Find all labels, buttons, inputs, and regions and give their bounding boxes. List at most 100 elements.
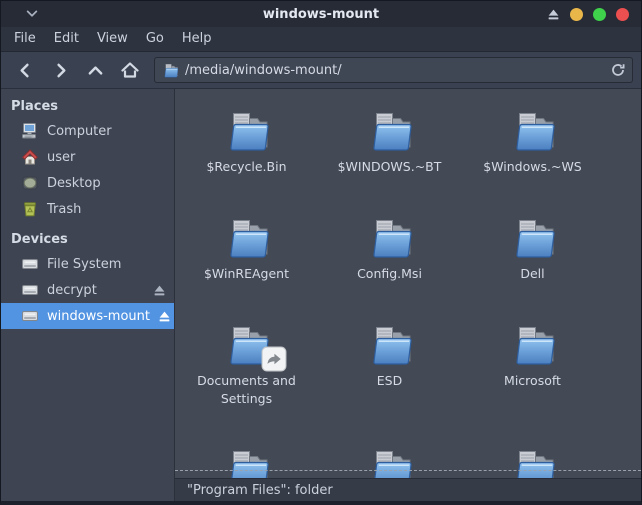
device-eject-button[interactable] xyxy=(153,284,166,297)
folder-icon xyxy=(366,321,414,369)
file-item[interactable]: $Recycle.Bin xyxy=(175,95,318,202)
sidebar-place-item[interactable]: Computer xyxy=(1,118,174,144)
shade-window-button[interactable] xyxy=(25,8,39,20)
window-control-button[interactable] xyxy=(593,8,606,21)
file-item[interactable]: Microsoft xyxy=(461,309,604,433)
eject-button[interactable] xyxy=(547,8,560,21)
chevron-up-icon xyxy=(87,62,104,79)
menu-item[interactable]: View xyxy=(88,27,137,51)
file-item[interactable]: Config.Msi xyxy=(318,202,461,309)
place-label: Trash xyxy=(47,202,81,217)
file-icon-wrap xyxy=(366,445,414,478)
sidebar-device-item[interactable]: decrypt xyxy=(1,277,174,303)
menu-item[interactable]: File xyxy=(5,27,45,51)
window-control-button[interactable] xyxy=(570,8,583,21)
back-button[interactable] xyxy=(9,57,41,83)
folder-icon xyxy=(223,214,271,262)
device-label: decrypt xyxy=(47,283,97,298)
file-label: $WinREAgent xyxy=(201,265,292,283)
eject-icon xyxy=(158,310,171,323)
home-icon xyxy=(120,61,140,79)
file-icon-wrap xyxy=(366,107,414,155)
folder-icon xyxy=(509,445,557,478)
place-label: Desktop xyxy=(47,176,101,191)
devices-list: File System decrypt windows-mount xyxy=(1,251,174,329)
folder-icon xyxy=(366,107,414,155)
folder-icon xyxy=(162,62,179,79)
folder-icon xyxy=(223,445,271,478)
menu-item[interactable]: Edit xyxy=(45,27,88,51)
up-button[interactable] xyxy=(79,57,111,83)
place-label: Computer xyxy=(47,124,112,139)
folder-icon xyxy=(366,214,414,262)
drive-icon xyxy=(21,307,39,325)
chevron-right-icon xyxy=(52,62,69,79)
titlebar-controls xyxy=(547,8,629,21)
file-icon-wrap xyxy=(223,214,271,262)
sidebar-device-item[interactable]: File System xyxy=(1,251,174,277)
window-buttons xyxy=(570,8,629,21)
file-icon-wrap xyxy=(509,321,557,369)
file-icon-wrap xyxy=(223,445,271,478)
device-eject-button[interactable] xyxy=(158,310,171,323)
drop-indicator-line xyxy=(175,470,641,471)
file-label: $Recycle.Bin xyxy=(203,158,289,176)
file-item[interactable]: ESD xyxy=(318,309,461,433)
file-item[interactable]: MySymbols xyxy=(318,433,461,478)
statusbar: "Program Files": folder xyxy=(175,478,641,501)
file-icon-wrap xyxy=(366,321,414,369)
window-control-button[interactable] xyxy=(616,8,629,21)
file-view[interactable]: $Recycle.Bin $WINDOWS.~BT xyxy=(175,89,641,478)
chevron-left-icon xyxy=(17,62,34,79)
file-item[interactable]: Documents and Settings xyxy=(175,309,318,433)
file-label: Documents and Settings xyxy=(181,372,313,407)
file-item[interactable]: OneDriveTemp xyxy=(461,433,604,478)
file-label: Dell xyxy=(517,265,547,283)
window-title: windows-mount xyxy=(1,7,641,22)
devices-header: Devices xyxy=(1,226,174,251)
device-label: windows-mount xyxy=(47,309,150,324)
eject-icon xyxy=(547,8,560,21)
sidebar: Places Computer user Desktop Trash Devic… xyxy=(1,89,175,501)
file-item[interactable]: $WINDOWS.~BT xyxy=(318,95,461,202)
file-icon-wrap xyxy=(509,445,557,478)
file-label: $Windows.~WS xyxy=(480,158,585,176)
titlebar: windows-mount xyxy=(1,1,641,27)
menu-item[interactable]: Go xyxy=(137,27,173,51)
reload-button[interactable] xyxy=(611,63,625,77)
toolbar xyxy=(1,52,641,89)
folder-icon xyxy=(509,214,557,262)
file-label: Config.Msi xyxy=(354,265,425,283)
file-label: $WINDOWS.~BT xyxy=(335,158,445,176)
file-icon-wrap xyxy=(223,107,271,155)
file-icon-wrap xyxy=(509,107,557,155)
place-icon xyxy=(21,122,39,140)
menubar: FileEditViewGoHelp xyxy=(1,27,641,52)
folder-icon xyxy=(509,321,557,369)
folder-icon xyxy=(366,445,414,478)
eject-icon xyxy=(153,284,166,297)
place-label: user xyxy=(47,150,75,165)
sidebar-place-item[interactable]: Desktop xyxy=(1,170,174,196)
drive-icon xyxy=(21,281,39,299)
home-button[interactable] xyxy=(114,57,146,83)
file-item[interactable]: MyCache xyxy=(175,433,318,478)
device-label: File System xyxy=(47,257,121,272)
main-pane: $Recycle.Bin $WINDOWS.~BT xyxy=(175,89,641,501)
content: Places Computer user Desktop Trash Devic… xyxy=(1,89,641,501)
sidebar-place-item[interactable]: user xyxy=(1,144,174,170)
reload-icon xyxy=(611,63,625,77)
file-item[interactable]: Dell xyxy=(461,202,604,309)
status-text: "Program Files": folder xyxy=(187,483,333,498)
sidebar-device-item[interactable]: windows-mount xyxy=(1,303,174,329)
file-label: ESD xyxy=(374,372,405,390)
file-icon-wrap xyxy=(509,214,557,262)
menu-item[interactable]: Help xyxy=(173,27,221,51)
path-input[interactable] xyxy=(185,63,605,78)
sidebar-place-item[interactable]: Trash xyxy=(1,196,174,222)
forward-button[interactable] xyxy=(44,57,76,83)
file-item[interactable]: $Windows.~WS xyxy=(461,95,604,202)
file-item[interactable]: $WinREAgent xyxy=(175,202,318,309)
chevron-down-icon xyxy=(25,8,39,20)
symlink-emblem-icon xyxy=(261,346,287,372)
